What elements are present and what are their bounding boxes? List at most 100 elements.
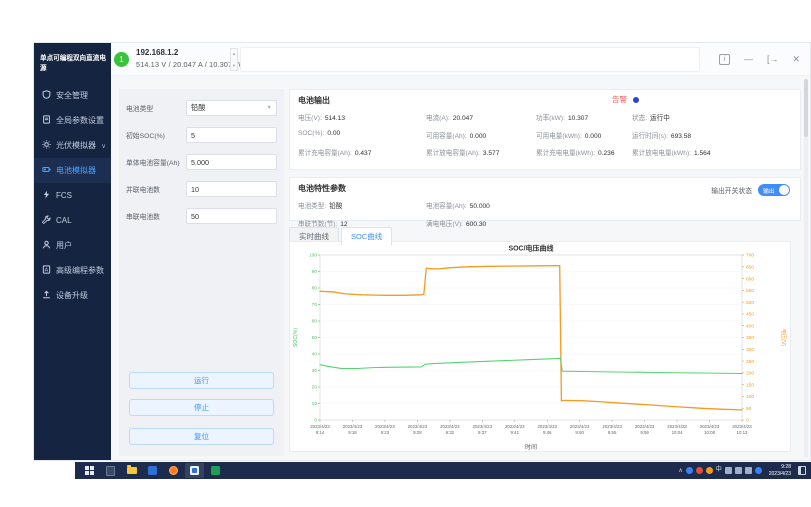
field-label: 电池类型 xyxy=(126,103,186,113)
sidebar-item-user[interactable]: 用户 xyxy=(34,233,111,258)
sidebar-item-bolt[interactable]: FCS xyxy=(34,183,111,208)
content-scrollbar[interactable] xyxy=(804,79,808,457)
svg-text:2023/4/23: 2023/4/23 xyxy=(473,424,493,429)
device-status-badge: 1 xyxy=(114,52,129,67)
sidebar-item-doc[interactable]: 全局参数设置 xyxy=(34,108,111,133)
scroll-up-icon[interactable]: ▲ xyxy=(232,51,236,56)
stat-value: 0.000 xyxy=(585,133,602,140)
info-button[interactable]: i xyxy=(719,54,730,65)
ime-icon[interactable]: 中 xyxy=(716,467,722,474)
battery-icon xyxy=(42,165,51,176)
stat-value: 0.437 xyxy=(355,150,372,157)
svg-text:A: A xyxy=(45,267,49,273)
sidebar-item-label: 光伏模拟器 xyxy=(56,140,96,151)
svg-text:2023/4/23: 2023/4/23 xyxy=(505,424,525,429)
sidebar-item-wrench[interactable]: CAL xyxy=(34,208,111,233)
scroll-down-icon[interactable]: ▼ xyxy=(232,63,236,68)
reset-button[interactable]: 复位 xyxy=(129,428,274,445)
sidebar-item-battery[interactable]: 电池模拟器 xyxy=(34,158,111,183)
browser-app-icon[interactable] xyxy=(164,463,183,478)
svg-text:9:59: 9:59 xyxy=(640,430,649,435)
sidebar-item-shield[interactable]: 安全管理 xyxy=(34,83,111,108)
office-blue-app-icon[interactable] xyxy=(143,463,162,478)
form-field-row: 串联电池数 xyxy=(126,208,277,224)
scrollbar-thumb[interactable] xyxy=(804,79,808,137)
stat-label: 可用容量(Ah): xyxy=(426,133,467,140)
field-label: 并联电池数 xyxy=(126,184,186,194)
defender-icon[interactable] xyxy=(755,467,762,474)
shield-icon xyxy=(42,90,51,101)
svg-text:10: 10 xyxy=(312,401,318,407)
output-switch-label: 输出开关状态 xyxy=(711,185,752,195)
run-button[interactable]: 运行 xyxy=(129,372,274,389)
stop-button[interactable]: 停止 xyxy=(129,399,274,416)
params-stat: 电池类型:铅酸 xyxy=(298,200,426,210)
field-input-1[interactable] xyxy=(186,127,277,143)
output-switch-toggle[interactable]: 输出 xyxy=(758,184,790,196)
svg-text:60: 60 xyxy=(312,319,318,325)
svg-text:10:04: 10:04 xyxy=(672,430,684,435)
params-stat: 满电电压(V):600.30 xyxy=(426,218,558,228)
field-input-3[interactable] xyxy=(186,181,277,197)
minimize-button[interactable]: — xyxy=(744,55,753,64)
sun-icon xyxy=(42,140,51,151)
svg-text:2023/4/23: 2023/4/23 xyxy=(602,424,622,429)
svg-text:时间: 时间 xyxy=(525,443,537,451)
sidebar-menu: 安全管理全局参数设置光伏模拟器∨ 电池模拟器 FCSCAL用户A高级编程参数设备升级 xyxy=(34,83,111,308)
field-input-2[interactable] xyxy=(186,154,277,170)
device-tab-strip[interactable] xyxy=(240,47,700,72)
battery-params-section: 电池特性参数 输出开关状态 输出 电池类型:铅酸电池容量(Ah):50.000串… xyxy=(289,177,801,221)
tray-red-icon[interactable] xyxy=(696,467,703,474)
network-icon[interactable] xyxy=(745,467,752,474)
svg-text:9:50: 9:50 xyxy=(575,430,584,435)
sidebar-item-sun[interactable]: 光伏模拟器∨ xyxy=(34,133,111,158)
close-button[interactable]: ✕ xyxy=(792,55,800,64)
system-tray: ∧中 xyxy=(678,467,761,474)
svg-text:2023/4/23: 2023/4/23 xyxy=(440,424,460,429)
battery-type-select[interactable]: 铅酸▼ xyxy=(186,100,277,116)
stat-label: 满电电压(V): xyxy=(426,221,463,228)
tab-soc-curve[interactable]: SOC曲线 xyxy=(341,227,392,245)
browser-app-icon-glyph xyxy=(169,466,178,475)
form-field-row: 单体电池容量(Ah) xyxy=(126,154,277,170)
stat-value: 0.000 xyxy=(470,133,487,140)
output-stat: 累计充电容量(Ah):0.437 xyxy=(298,147,426,157)
notification-center-icon[interactable] xyxy=(798,466,806,475)
power-supply-app-icon-glyph xyxy=(190,466,199,475)
output-stat: SOC(%):0.00 xyxy=(298,130,426,140)
chart-svg: SOC/电压曲线01020304050607080901000501001502… xyxy=(290,242,788,453)
sidebar-item-doc-gear[interactable]: A高级编程参数 xyxy=(34,258,111,283)
field-input-4[interactable] xyxy=(186,208,277,224)
tray-blue-icon[interactable] xyxy=(686,467,693,474)
form-field-row: 并联电池数 xyxy=(126,181,277,197)
tray-orange-icon[interactable] xyxy=(706,467,713,474)
field-label: 串联电池数 xyxy=(126,211,186,221)
windows-logo-icon xyxy=(85,466,94,475)
app-window: 单点可编程双向直流电源 安全管理全局参数设置光伏模拟器∨电池模拟器FCSCAL用… xyxy=(33,42,811,461)
output-stat: 状态:运行中 xyxy=(632,112,792,122)
sidebar-item-upload[interactable]: 设备升级 xyxy=(34,283,111,308)
svg-text:150: 150 xyxy=(746,382,754,388)
battery-icon[interactable] xyxy=(725,467,732,474)
svg-text:40: 40 xyxy=(312,352,318,358)
svg-text:10:13: 10:13 xyxy=(737,430,749,435)
taskview-icon[interactable] xyxy=(101,463,120,478)
svg-text:2023/4/23: 2023/4/23 xyxy=(570,424,590,429)
svg-text:50: 50 xyxy=(746,406,752,412)
sidebar-item-label: 电池模拟器 xyxy=(56,165,96,176)
tray-expand-icon[interactable]: ∧ xyxy=(678,467,682,474)
exit-fullscreen-button[interactable]: [→ xyxy=(767,55,779,64)
volume-icon[interactable] xyxy=(735,467,742,474)
tab-scroll-spinner[interactable]: ▲▼ xyxy=(230,48,238,71)
start-button[interactable] xyxy=(80,463,99,478)
explorer-icon[interactable] xyxy=(122,463,141,478)
excel-app-icon[interactable] xyxy=(206,463,225,478)
power-supply-app-icon[interactable] xyxy=(185,463,204,478)
output-stat: 累计放电容量(Ah):3.577 xyxy=(426,147,536,157)
field-label: 单体电池容量(Ah) xyxy=(126,157,186,167)
svg-text:电压(V): 电压(V) xyxy=(780,329,788,347)
taskbar-clock[interactable]: 9:28 2023/4/23 xyxy=(769,464,791,477)
window-header: 1 192.168.1.2 514.13 V / 20.047 A / 10.3… xyxy=(111,43,810,76)
select-value: 铅酸 xyxy=(191,103,205,113)
stat-value: 514.13 xyxy=(325,115,345,122)
